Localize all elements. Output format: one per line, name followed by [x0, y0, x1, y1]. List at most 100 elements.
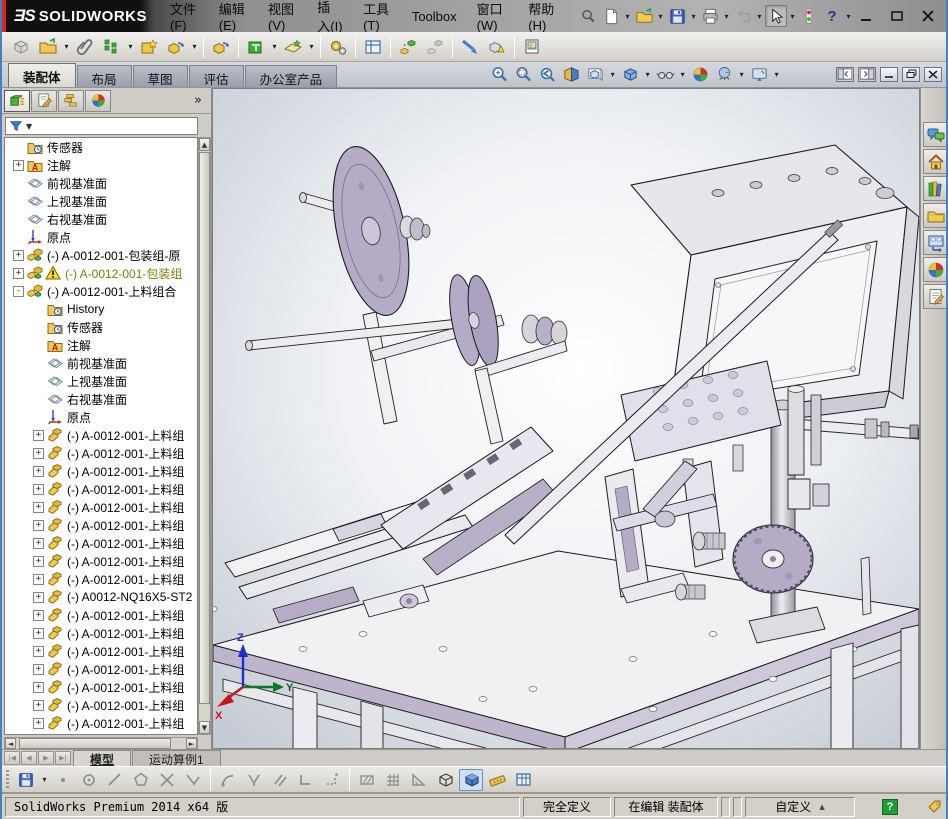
expand-toggle[interactable]: +	[33, 574, 44, 585]
tab-layout[interactable]: 布局	[77, 65, 132, 87]
tree-row[interactable]: +(-) A-0012-001-上料组	[5, 426, 197, 444]
featuremanager-tree-tab[interactable]	[4, 90, 30, 112]
custom-properties-icon[interactable]	[923, 284, 948, 309]
doc-minimize-button[interactable]	[880, 67, 898, 82]
expand-toggle[interactable]: +	[33, 430, 44, 441]
tab-office-products[interactable]: 办公室产品	[245, 65, 338, 87]
tree-row[interactable]: 前视基准面	[5, 354, 197, 372]
propertymanager-tab[interactable]	[31, 90, 57, 112]
selection-filter-icon[interactable]	[798, 5, 820, 27]
panel-expand-chevrons[interactable]: »	[194, 93, 210, 108]
snap-center-icon[interactable]	[77, 769, 101, 791]
tree-row[interactable]: 原点	[5, 228, 197, 246]
graphics-viewport[interactable]: Z Y X	[212, 88, 920, 749]
expand-toggle[interactable]: +	[33, 538, 44, 549]
tree-row[interactable]: 传感器	[5, 318, 197, 336]
vertical-scroll-thumb[interactable]	[199, 152, 210, 704]
tree-row[interactable]: +(-) A-0012-001-上料组	[5, 498, 197, 516]
configurationmanager-tab[interactable]	[58, 90, 84, 112]
snap-hatch-icon[interactable]	[355, 769, 379, 791]
collapse-pane-right-icon[interactable]	[858, 67, 876, 82]
scroll-down-arrow[interactable]: ▼	[199, 721, 210, 734]
horizontal-scroll-thumb[interactable]	[19, 738, 171, 749]
mate-icon[interactable]	[72, 34, 98, 60]
expand-toggle[interactable]: +	[33, 502, 44, 513]
tree-row[interactable]: +(-) A-0012-001-上料组	[5, 606, 197, 624]
undo-caret[interactable]: ▾	[755, 12, 764, 21]
tree-row[interactable]: +(-) A-0012-001-上料组	[5, 534, 197, 552]
expand-toggle[interactable]: +	[33, 682, 44, 693]
snap-corner-icon[interactable]	[294, 769, 318, 791]
tree-row[interactable]: 上视基准面	[5, 192, 197, 210]
quick-tips-help-button[interactable]: ?	[882, 799, 898, 815]
nav-prev-button[interactable]: ◀	[21, 751, 37, 765]
tab-model[interactable]: 模型	[73, 750, 131, 766]
snap-point-icon[interactable]	[51, 769, 75, 791]
view-settings-caret[interactable]: ▾	[772, 70, 781, 79]
design-library-icon[interactable]	[923, 176, 948, 201]
tree-row[interactable]: 原点	[5, 408, 197, 426]
expand-toggle[interactable]: +	[33, 628, 44, 639]
status-custom-caret[interactable]: ▲	[819, 803, 824, 811]
new-document-button[interactable]	[600, 5, 622, 27]
tree-row[interactable]: 右视基准面	[5, 210, 197, 228]
select-tool-button[interactable]	[765, 5, 787, 27]
tree-row[interactable]: -(-) A-0012-001-上料组合	[5, 282, 197, 300]
tree-row[interactable]: +注解	[5, 156, 197, 174]
scroll-up-arrow[interactable]: ▲	[199, 138, 210, 151]
filter-caret[interactable]: ▼	[26, 122, 32, 131]
measure-icon[interactable]	[485, 769, 509, 791]
tree-row[interactable]: +(-) A-0012-001-上料组	[5, 624, 197, 642]
tab-motion-study[interactable]: 运动算例1	[132, 750, 221, 766]
expand-toggle[interactable]: +	[33, 610, 44, 621]
tree-row[interactable]: +(-) A0012-GB29877-预	[5, 732, 197, 735]
tree-row[interactable]: +(-) A-0012-001-上料组	[5, 678, 197, 696]
shaded-view-icon[interactable]	[459, 769, 483, 791]
view-palette-icon[interactable]	[923, 230, 948, 255]
search-icon[interactable]	[577, 5, 599, 27]
hide-show-items-icon[interactable]	[654, 63, 676, 85]
table-icon[interactable]	[511, 769, 535, 791]
smart-fasteners-icon[interactable]	[136, 34, 162, 60]
tag-icon[interactable]	[927, 799, 943, 815]
view-settings-icon[interactable]	[748, 63, 770, 85]
snap-intersection-icon[interactable]	[155, 769, 179, 791]
tree-row[interactable]: +(-) A-0012-001-上料组	[5, 462, 197, 480]
tree-row[interactable]: +(-) A-0012-001-上料组	[5, 552, 197, 570]
reference-geometry-icon[interactable]	[280, 34, 306, 60]
insert-components-icon[interactable]	[35, 34, 61, 60]
tree-row[interactable]: +(-) A-0012-001-上料组	[5, 642, 197, 660]
show-hidden-components-icon[interactable]	[208, 34, 234, 60]
help-caret[interactable]: ▾	[844, 12, 853, 21]
menu-toolbox[interactable]: Toolbox	[403, 5, 466, 28]
assembly-features-icon[interactable]	[243, 34, 269, 60]
expand-toggle[interactable]: +	[13, 250, 24, 261]
tree-row[interactable]: +(-) A-0012-001-上料组	[5, 570, 197, 588]
snap-tangent-icon[interactable]	[216, 769, 240, 791]
edit-appearance-icon[interactable]	[689, 63, 711, 85]
scroll-right-arrow[interactable]: ►	[186, 738, 197, 749]
undo-button[interactable]	[732, 5, 754, 27]
close-button[interactable]	[915, 6, 940, 26]
new-motion-study-icon[interactable]	[325, 34, 351, 60]
expand-toggle[interactable]: +	[33, 646, 44, 657]
toolbar-grip[interactable]	[6, 770, 9, 790]
instant3d-icon[interactable]	[457, 34, 483, 60]
angle-snap-icon[interactable]	[407, 769, 431, 791]
minimize-button[interactable]	[853, 6, 878, 26]
snap-polygon-icon[interactable]	[129, 769, 153, 791]
expand-toggle[interactable]: +	[33, 718, 44, 729]
expand-toggle[interactable]: +	[33, 700, 44, 711]
hide-show-caret[interactable]: ▾	[678, 70, 687, 79]
tree-row[interactable]: 上视基准面	[5, 372, 197, 390]
select-caret[interactable]: ▾	[788, 12, 797, 21]
expand-toggle[interactable]: +	[13, 160, 24, 171]
assembly-features-caret[interactable]: ▾	[270, 42, 279, 51]
save-button[interactable]	[666, 5, 688, 27]
move-component-icon[interactable]	[163, 34, 189, 60]
tree-row[interactable]: +(-) A-0012-001-上料组	[5, 444, 197, 462]
doc-restore-button[interactable]	[902, 67, 920, 82]
pattern-caret[interactable]: ▾	[126, 42, 135, 51]
displaymanager-tab[interactable]	[85, 90, 111, 112]
zoom-area-icon[interactable]	[512, 63, 534, 85]
